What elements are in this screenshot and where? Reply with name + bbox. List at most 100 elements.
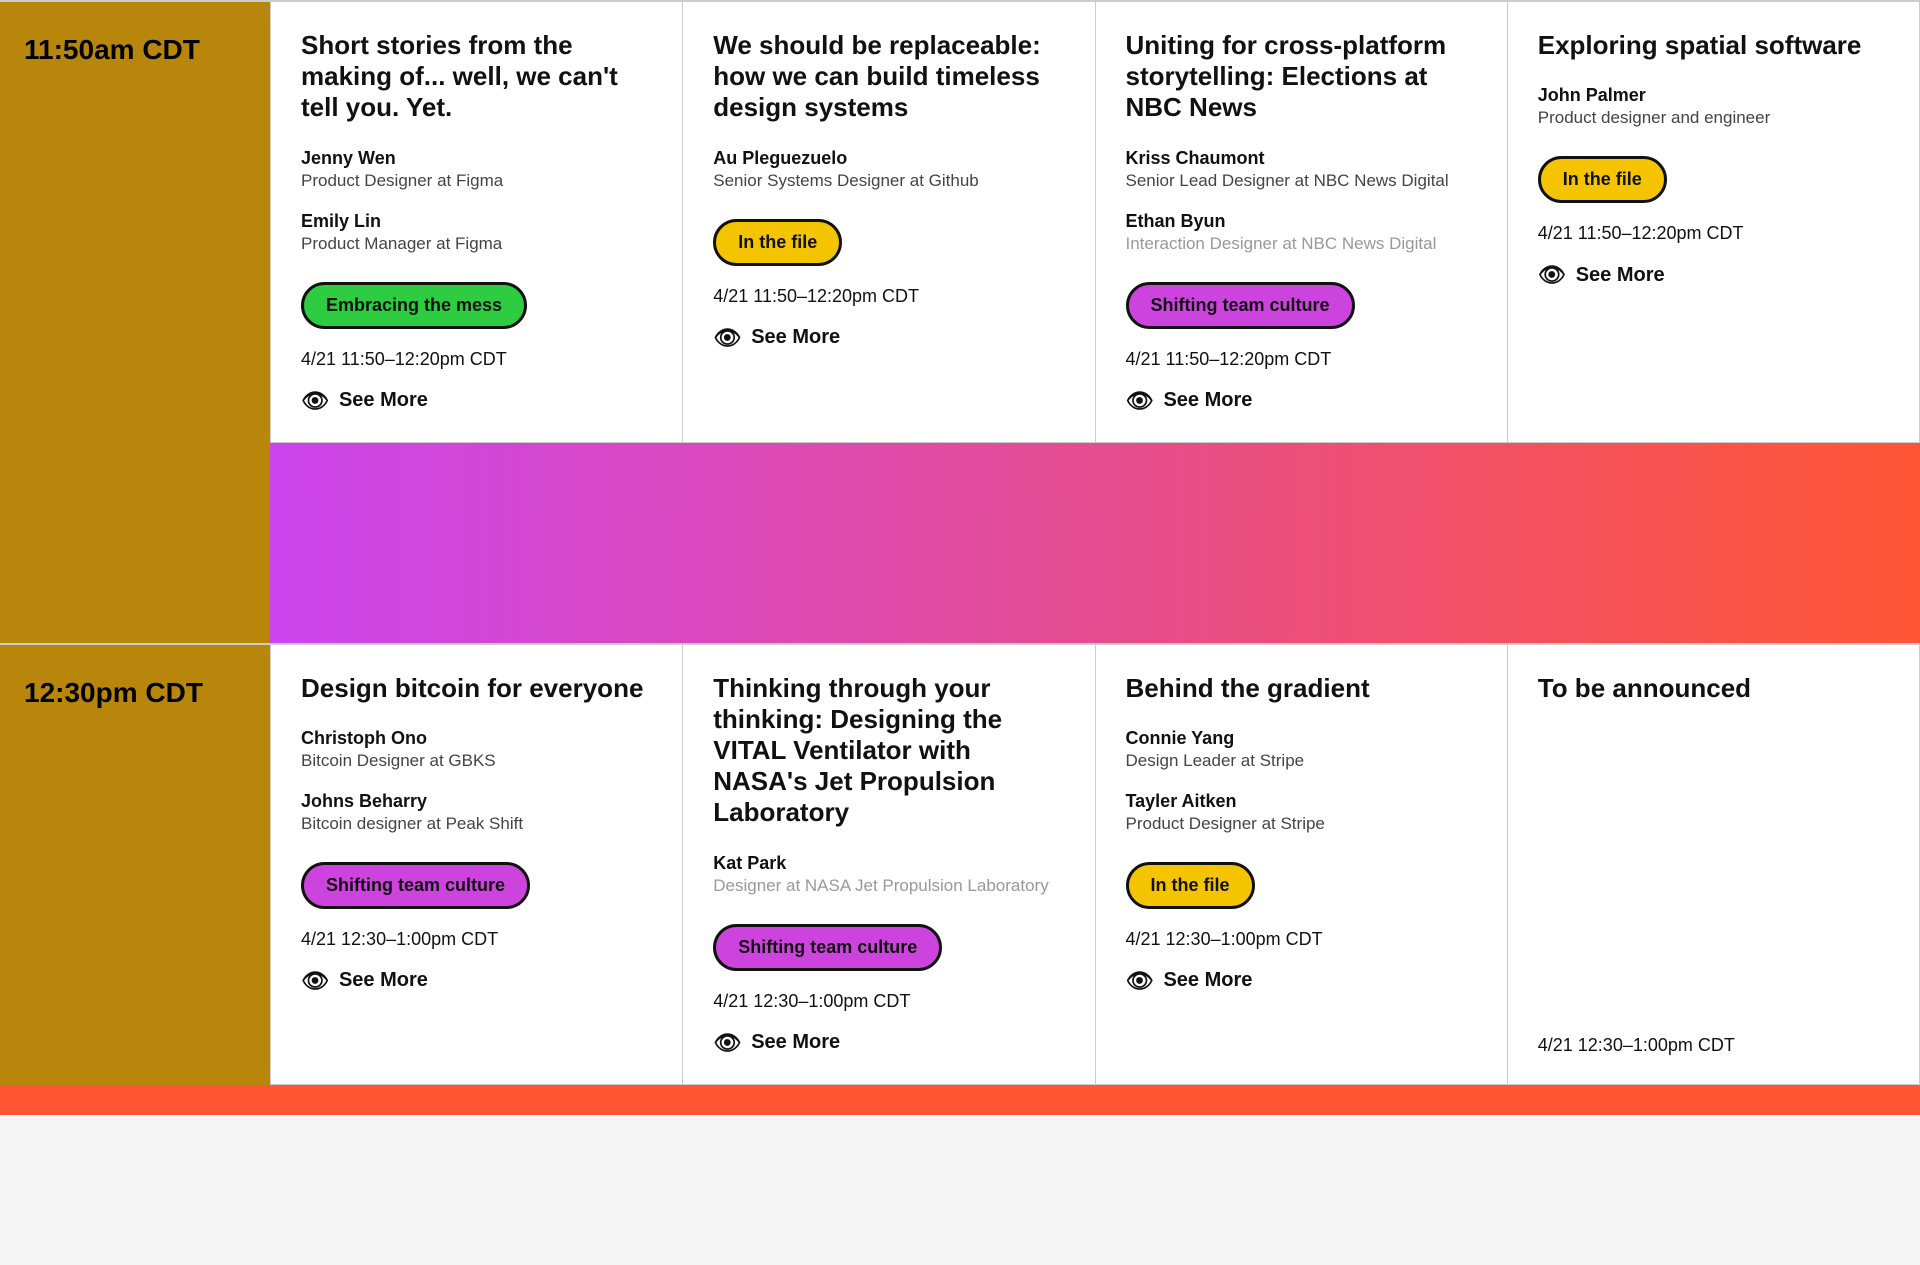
session-title-2-3: Behind the gradient — [1126, 673, 1477, 704]
speaker-role-2-3-0: Design Leader at Stripe — [1126, 751, 1477, 771]
speaker-role-2-1-0: Bitcoin Designer at GBKS — [301, 751, 652, 771]
tag-label-1-1: Embracing the mess — [326, 295, 502, 316]
bottom-bar — [0, 1085, 1920, 1115]
see-more-1-4[interactable]: 👁 See More — [1538, 262, 1889, 288]
speaker-block-1-1-1: Emily Lin Product Manager at Figma — [301, 205, 652, 258]
eye-icon-1-2: 👁 — [713, 325, 741, 351]
tag-label-1-2: In the file — [738, 232, 817, 253]
session-time-1-4: 4/21 11:50–12:20pm CDT — [1538, 223, 1889, 244]
session-title-1-1: Short stories from the making of... well… — [301, 30, 652, 124]
time-label-1: 11:50am CDT — [0, 2, 270, 443]
speaker-role-2-1-1: Bitcoin designer at Peak Shift — [301, 814, 652, 834]
speaker-role-1-2-0: Senior Systems Designer at Github — [713, 171, 1064, 191]
see-more-label-1-1: See More — [339, 389, 428, 412]
session-card-1-3: Uniting for cross-platform storytelling:… — [1095, 2, 1507, 443]
see-more-2-1[interactable]: 👁 See More — [301, 968, 652, 994]
speaker-block-1-3-1: Ethan Byun Interaction Designer at NBC N… — [1126, 205, 1477, 258]
spacer-2-4 — [1538, 722, 1889, 1021]
see-more-1-1[interactable]: 👁 See More — [301, 388, 652, 414]
tag-2-3[interactable]: In the file — [1126, 862, 1255, 909]
eye-icon-2-3: 👁 — [1126, 968, 1154, 994]
sessions-grid-1: Short stories from the making of... well… — [270, 2, 1920, 443]
session-title-2-1: Design bitcoin for everyone — [301, 673, 652, 704]
tag-label-2-2: Shifting team culture — [738, 937, 917, 958]
session-card-2-1: Design bitcoin for everyone Christoph On… — [270, 645, 682, 1085]
speaker-block-2-3-0: Connie Yang Design Leader at Stripe — [1126, 722, 1477, 775]
time-row-2: 12:30pm CDT Design bitcoin for everyone … — [0, 643, 1920, 1085]
session-time-2-2: 4/21 12:30–1:00pm CDT — [713, 991, 1064, 1012]
speaker-name-2-3-0: Connie Yang — [1126, 728, 1477, 749]
speaker-name-1-4-0: John Palmer — [1538, 85, 1889, 106]
tag-label-1-3: Shifting team culture — [1151, 295, 1330, 316]
session-time-2-1: 4/21 12:30–1:00pm CDT — [301, 929, 652, 950]
session-card-2-3: Behind the gradient Connie Yang Design L… — [1095, 645, 1507, 1085]
speaker-role-1-1-1: Product Manager at Figma — [301, 234, 652, 254]
see-more-2-3[interactable]: 👁 See More — [1126, 968, 1477, 994]
speaker-block-2-3-1: Tayler Aitken Product Designer at Stripe — [1126, 785, 1477, 838]
speaker-role-1-3-0: Senior Lead Designer at NBC News Digital — [1126, 171, 1477, 191]
eye-icon-1-4: 👁 — [1538, 262, 1566, 288]
session-card-1-1: Short stories from the making of... well… — [270, 2, 682, 443]
speaker-name-2-1-0: Christoph Ono — [301, 728, 652, 749]
see-more-label-1-2: See More — [751, 326, 840, 349]
session-time-1-1: 4/21 11:50–12:20pm CDT — [301, 349, 652, 370]
sessions-grid-2: Design bitcoin for everyone Christoph On… — [270, 645, 1920, 1085]
speaker-block-2-1-0: Christoph Ono Bitcoin Designer at GBKS — [301, 722, 652, 775]
schedule-container: 11:50am CDT Short stories from the makin… — [0, 0, 1920, 1115]
speaker-block-1-3-0: Kriss Chaumont Senior Lead Designer at N… — [1126, 142, 1477, 195]
speaker-role-1-1-0: Product Designer at Figma — [301, 171, 652, 191]
speaker-block-1-4-0: John Palmer Product designer and enginee… — [1538, 79, 1889, 132]
tag-2-1[interactable]: Shifting team culture — [301, 862, 530, 909]
tag-label-2-1: Shifting team culture — [326, 875, 505, 896]
time-text-2: 12:30pm CDT — [24, 677, 203, 709]
session-title-1-4: Exploring spatial software — [1538, 30, 1889, 61]
speaker-role-2-3-1: Product Designer at Stripe — [1126, 814, 1477, 834]
tag-1-4[interactable]: In the file — [1538, 156, 1667, 203]
see-more-2-2[interactable]: 👁 See More — [713, 1030, 1064, 1056]
speaker-block-2-2-0: Kat Park Designer at NASA Jet Propulsion… — [713, 847, 1064, 900]
session-title-2-2: Thinking through your thinking: Designin… — [713, 673, 1064, 829]
speaker-name-1-1-1: Emily Lin — [301, 211, 652, 232]
tag-1-3[interactable]: Shifting team culture — [1126, 282, 1355, 329]
speaker-block-1-1-0: Jenny Wen Product Designer at Figma — [301, 142, 652, 195]
see-more-1-3[interactable]: 👁 See More — [1126, 388, 1477, 414]
speaker-name-1-3-0: Kriss Chaumont — [1126, 148, 1477, 169]
speaker-name-1-3-1: Ethan Byun — [1126, 211, 1477, 232]
speaker-block-1-2-0: Au Pleguezuelo Senior Systems Designer a… — [713, 142, 1064, 195]
tag-label-2-3: In the file — [1151, 875, 1230, 896]
speaker-role-1-3-1: Interaction Designer at NBC News Digital — [1126, 234, 1477, 254]
eye-icon-1-3: 👁 — [1126, 388, 1154, 414]
speaker-name-2-2-0: Kat Park — [713, 853, 1064, 874]
session-time-2-3: 4/21 12:30–1:00pm CDT — [1126, 929, 1477, 950]
tag-2-2[interactable]: Shifting team culture — [713, 924, 942, 971]
speaker-name-1-1-0: Jenny Wen — [301, 148, 652, 169]
tag-label-1-4: In the file — [1563, 169, 1642, 190]
speaker-role-2-2-0: Designer at NASA Jet Propulsion Laborato… — [713, 876, 1064, 896]
eye-icon-2-2: 👁 — [713, 1030, 741, 1056]
session-card-1-4: Exploring spatial software John Palmer P… — [1507, 2, 1920, 443]
see-more-1-2[interactable]: 👁 See More — [713, 325, 1064, 351]
session-time-1-3: 4/21 11:50–12:20pm CDT — [1126, 349, 1477, 370]
speaker-block-2-1-1: Johns Beharry Bitcoin designer at Peak S… — [301, 785, 652, 838]
eye-icon-2-1: 👁 — [301, 968, 329, 994]
speaker-name-2-1-1: Johns Beharry — [301, 791, 652, 812]
session-title-2-4: To be announced — [1538, 673, 1889, 704]
session-title-1-2: We should be replaceable: how we can bui… — [713, 30, 1064, 124]
session-title-1-3: Uniting for cross-platform storytelling:… — [1126, 30, 1477, 124]
see-more-label-1-4: See More — [1576, 264, 1665, 287]
speaker-name-2-3-1: Tayler Aitken — [1126, 791, 1477, 812]
break-time-label — [0, 443, 270, 643]
session-card-1-2: We should be replaceable: how we can bui… — [682, 2, 1094, 443]
break-row — [0, 443, 1920, 643]
session-time-2-4: 4/21 12:30–1:00pm CDT — [1538, 1035, 1889, 1056]
time-text-1: 11:50am CDT — [24, 34, 200, 66]
see-more-label-2-1: See More — [339, 969, 428, 992]
tag-1-1[interactable]: Embracing the mess — [301, 282, 527, 329]
eye-icon-1-1: 👁 — [301, 388, 329, 414]
time-label-2: 12:30pm CDT — [0, 645, 270, 1085]
session-card-2-4: To be announced 4/21 12:30–1:00pm CDT — [1507, 645, 1920, 1085]
speaker-name-1-2-0: Au Pleguezuelo — [713, 148, 1064, 169]
tag-1-2[interactable]: In the file — [713, 219, 842, 266]
see-more-label-2-3: See More — [1163, 969, 1252, 992]
speaker-role-1-4-0: Product designer and engineer — [1538, 108, 1889, 128]
